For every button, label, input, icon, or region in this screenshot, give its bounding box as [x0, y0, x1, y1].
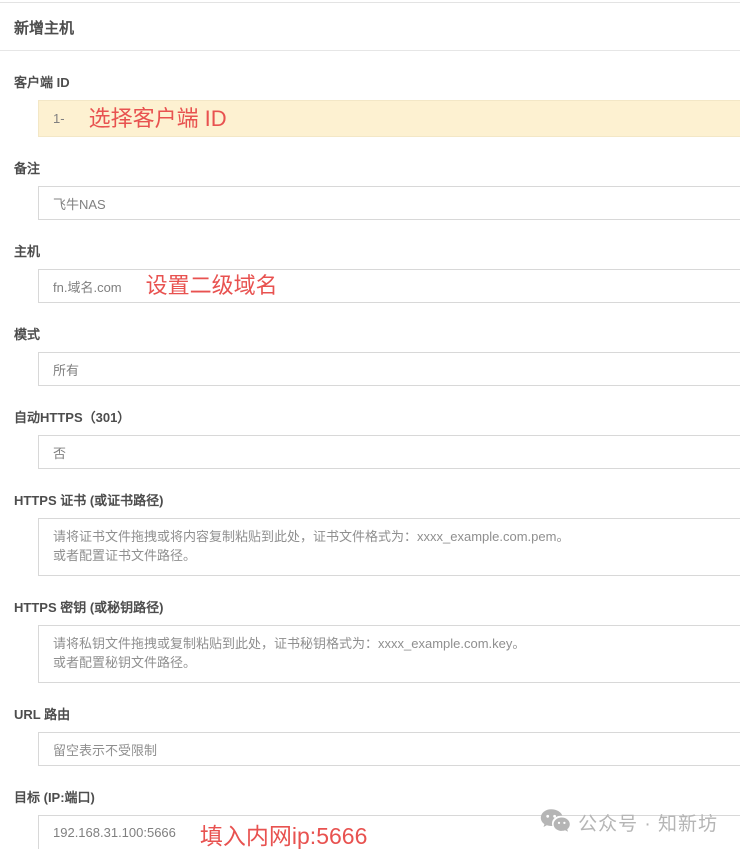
https-key-placeholder-line1: 请将私钥文件拖拽或复制粘贴到此处，证书秘钥格式为：xxxx_example.co…	[53, 636, 526, 651]
watermark: 公众号 · 知新坊	[540, 808, 718, 836]
mode-label: 模式	[14, 327, 41, 342]
field-group-auto-https: 自动HTTPS（301） 否	[0, 407, 740, 469]
page-title: 新增主机	[14, 20, 75, 37]
https-key-label: HTTPS 密钥 (或秘钥路径)	[14, 600, 164, 615]
field-group-https-cert: HTTPS 证书 (或证书路径) 请将证书文件拖拽或将内容复制粘贴到此处，证书文…	[0, 490, 740, 576]
field-group-host: 主机 fn.域名.com 设置二级域名	[0, 241, 740, 303]
https-cert-label: HTTPS 证书 (或证书路径)	[14, 493, 164, 508]
target-value: 192.168.31.100:5666	[53, 825, 176, 840]
auto-https-value: 否	[53, 445, 67, 461]
remark-label: 备注	[14, 161, 41, 176]
client-id-annotation: 选择客户端 ID	[88, 105, 227, 131]
watermark-text: 公众号 · 知新坊	[578, 813, 718, 835]
remark-input[interactable]: 飞牛NAS	[38, 186, 740, 220]
target-label: 目标 (IP:端口)	[14, 790, 95, 805]
panel-header: 新增主机	[0, 3, 740, 51]
host-value: fn.域名.com	[53, 279, 122, 295]
https-cert-placeholder-line2: 或者配置证书文件路径。	[53, 548, 197, 563]
https-key-placeholder-line2: 或者配置秘钥文件路径。	[53, 655, 197, 670]
host-input[interactable]: fn.域名.com 设置二级域名	[38, 269, 740, 303]
mode-value: 所有	[53, 362, 80, 378]
field-group-remark: 备注 飞牛NAS	[0, 158, 740, 220]
field-group-url-route: URL 路由 留空表示不受限制	[0, 704, 740, 766]
https-cert-placeholder-line1: 请将证书文件拖拽或将内容复制粘贴到此处，证书文件格式为：xxxx_example…	[53, 529, 570, 544]
auto-https-select[interactable]: 否	[38, 435, 740, 469]
host-annotation: 设置二级域名	[145, 273, 278, 298]
url-route-input[interactable]: 留空表示不受限制	[38, 732, 740, 766]
https-cert-textarea[interactable]: 请将证书文件拖拽或将内容复制粘贴到此处，证书文件格式为：xxxx_example…	[38, 518, 740, 576]
client-id-value: 1-	[53, 111, 65, 126]
mode-select[interactable]: 所有	[38, 352, 740, 386]
client-id-label: 客户端 ID	[14, 75, 70, 90]
wechat-icon	[540, 808, 570, 836]
client-id-select[interactable]: 1- 选择客户端 ID	[38, 100, 740, 137]
field-group-mode: 模式 所有	[0, 324, 740, 386]
target-annotation: 填入内网ip:5666	[199, 823, 368, 849]
field-group-https-key: HTTPS 密钥 (或秘钥路径) 请将私钥文件拖拽或复制粘贴到此处，证书秘钥格式…	[0, 597, 740, 683]
https-key-textarea[interactable]: 请将私钥文件拖拽或复制粘贴到此处，证书秘钥格式为：xxxx_example.co…	[38, 625, 740, 683]
url-route-label: URL 路由	[14, 707, 71, 722]
auto-https-label: 自动HTTPS（301）	[14, 410, 131, 425]
host-label: 主机	[14, 244, 41, 259]
url-route-placeholder: 留空表示不受限制	[53, 742, 158, 758]
remark-value: 飞牛NAS	[53, 196, 106, 212]
field-group-client-id: 客户端 ID 1- 选择客户端 ID	[0, 72, 740, 137]
